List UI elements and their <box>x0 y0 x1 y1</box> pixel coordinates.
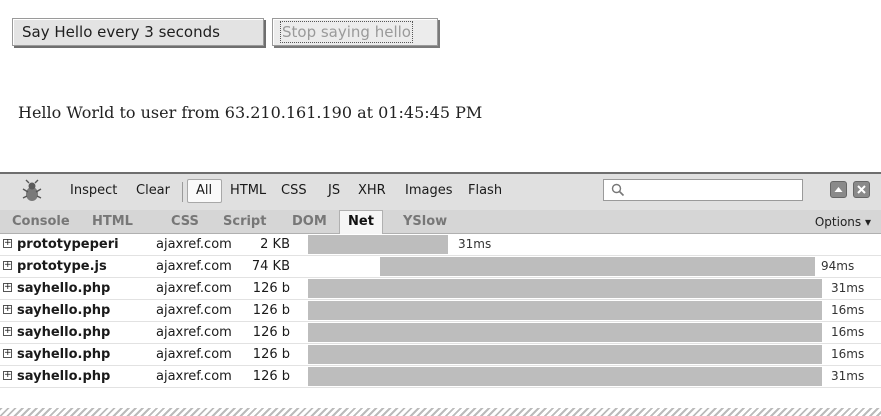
filter-xhr[interactable]: XHR <box>358 183 386 198</box>
request-size: 2 KB <box>260 237 290 252</box>
request-size: 126 b <box>252 303 290 318</box>
request-time: 16ms <box>831 347 865 361</box>
timeline-bar <box>380 257 815 276</box>
request-name: prototypeperi <box>17 237 119 252</box>
net-request-row[interactable]: + sayhello.php ajaxref.com 126 b 16ms <box>0 344 881 366</box>
stop-saying-hello-button[interactable]: Stop saying hello <box>272 18 438 46</box>
request-name: sayhello.php <box>17 369 111 384</box>
expand-icon[interactable]: + <box>3 349 12 358</box>
request-name: sayhello.php <box>17 303 111 318</box>
net-request-row[interactable]: + sayhello.php ajaxref.com 126 b 16ms <box>0 322 881 344</box>
timeline-bar <box>308 301 822 320</box>
timeline-bar <box>308 235 448 254</box>
request-domain: ajaxref.com <box>156 281 232 296</box>
firebug-toolbar: Inspect Clear All HTML CSS JS XHR Images… <box>0 172 881 210</box>
expand-icon[interactable]: + <box>3 239 12 248</box>
request-domain: ajaxref.com <box>156 259 232 274</box>
request-domain: ajaxref.com <box>156 303 232 318</box>
request-size: 74 KB <box>251 259 290 274</box>
request-time: 16ms <box>831 325 865 339</box>
expand-icon[interactable]: + <box>3 283 12 292</box>
request-size: 126 b <box>252 347 290 362</box>
net-request-row[interactable]: + sayhello.php ajaxref.com 126 b 16ms <box>0 300 881 322</box>
tab-yslow[interactable]: YSlow <box>403 214 447 229</box>
filter-images[interactable]: Images <box>405 183 453 198</box>
expand-icon[interactable]: + <box>3 305 12 314</box>
say-hello-button[interactable]: Say Hello every 3 seconds <box>12 18 264 46</box>
net-request-row[interactable]: + sayhello.php ajaxref.com 126 b 31ms <box>0 278 881 300</box>
request-size: 126 b <box>252 325 290 340</box>
close-panel-button[interactable] <box>853 181 870 198</box>
request-time: 16ms <box>831 303 865 317</box>
request-time: 31ms <box>831 369 865 383</box>
stop-button-label: Stop saying hello <box>280 21 413 43</box>
filter-css[interactable]: CSS <box>281 183 307 198</box>
filter-html[interactable]: HTML <box>230 183 266 198</box>
timeline-bar <box>308 323 822 342</box>
tab-script[interactable]: Script <box>223 214 266 229</box>
timeline-bar <box>308 345 822 364</box>
request-domain: ajaxref.com <box>156 347 232 362</box>
request-name: sayhello.php <box>17 281 111 296</box>
search-input[interactable] <box>603 179 803 201</box>
filter-js[interactable]: JS <box>328 183 340 198</box>
request-time: 94ms <box>821 259 855 273</box>
request-domain: ajaxref.com <box>156 237 232 252</box>
search-icon <box>611 183 625 197</box>
tab-dom[interactable]: DOM <box>292 214 327 229</box>
filter-flash[interactable]: Flash <box>468 183 502 198</box>
close-icon <box>857 185 866 194</box>
options-menu[interactable]: Options ▾ <box>815 215 871 229</box>
request-size: 126 b <box>252 369 290 384</box>
expand-icon[interactable]: + <box>3 327 12 336</box>
firebug-tabs: Console HTML CSS Script DOM Net YSlow Op… <box>0 210 881 234</box>
page-content: Say Hello every 3 seconds Stop saying he… <box>0 0 881 172</box>
chevron-up-icon <box>834 187 843 192</box>
net-request-row[interactable]: + prototype.js ajaxref.com 74 KB 94ms <box>0 256 881 278</box>
request-time: 31ms <box>831 281 865 295</box>
filter-all[interactable]: All <box>196 183 212 198</box>
request-domain: ajaxref.com <box>156 369 232 384</box>
clear-button[interactable]: Clear <box>136 183 170 198</box>
tab-console[interactable]: Console <box>12 214 70 229</box>
tab-css[interactable]: CSS <box>171 214 199 229</box>
hello-message: Hello World to user from 63.210.161.190 … <box>18 103 483 122</box>
timeline-bar <box>308 279 822 298</box>
request-size: 126 b <box>252 281 290 296</box>
request-name: prototype.js <box>17 259 107 274</box>
expand-icon[interactable]: + <box>3 261 12 270</box>
toolbar-separator <box>182 182 183 202</box>
request-domain: ajaxref.com <box>156 325 232 340</box>
timeline-bar <box>308 367 822 386</box>
expand-icon[interactable]: + <box>3 371 12 380</box>
net-request-row[interactable]: + prototypeperi ajaxref.com 2 KB 31ms <box>0 234 881 256</box>
firebug-panel: Inspect Clear All HTML CSS JS XHR Images… <box>0 172 881 416</box>
tab-html[interactable]: HTML <box>92 214 133 229</box>
request-name: sayhello.php <box>17 325 111 340</box>
request-time: 31ms <box>458 237 492 251</box>
firebug-bug-icon[interactable] <box>20 179 44 203</box>
inspect-button[interactable]: Inspect <box>70 183 117 198</box>
request-name: sayhello.php <box>17 347 111 362</box>
net-request-row[interactable]: + sayhello.php ajaxref.com 126 b 31ms <box>0 366 881 388</box>
detach-window-button[interactable] <box>830 181 847 198</box>
tab-net[interactable]: Net <box>339 210 383 234</box>
torn-edge <box>0 408 881 416</box>
